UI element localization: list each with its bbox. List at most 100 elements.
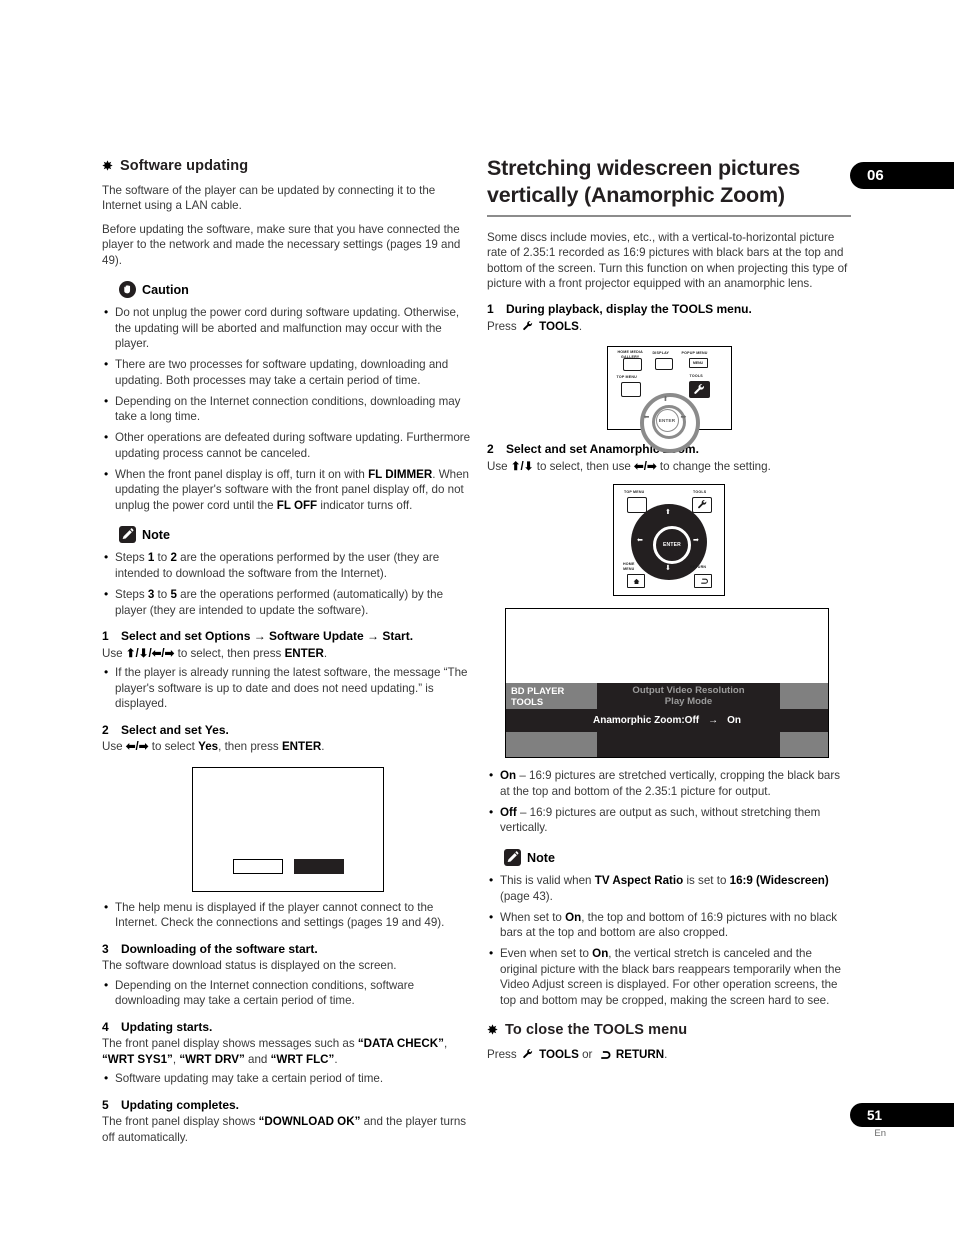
list-item: If the player is already running the lat… <box>102 664 474 712</box>
label-popup-menu: POPUP MENU <box>681 351 708 356</box>
step-3: 3 Downloading of the software start. <box>102 942 474 958</box>
popup-menu-button[interactable]: MENU <box>688 358 708 369</box>
osd-item-play-mode[interactable]: Play Mode <box>665 696 712 708</box>
label-tools: TOOLS <box>689 374 703 379</box>
osd-selected-row[interactable]: Anamorphic Zoom:Off → On <box>506 709 828 733</box>
press-suffix: . <box>578 319 583 333</box>
step-title: During playback, display the TOOLS menu. <box>506 302 752 317</box>
section-heading-close-tools-menu: To close the TOOLS menu <box>487 1022 851 1038</box>
step-title: Downloading of the software start. <box>121 941 318 956</box>
dpad-right-icon[interactable]: ➡ <box>693 537 699 544</box>
label-tools: TOOLS <box>693 490 707 495</box>
page-title-line2: vertically (Anamorphic Zoom) <box>487 182 785 207</box>
note-list: Steps 1 to 2 are the operations performe… <box>102 549 474 618</box>
home-menu-button[interactable] <box>627 574 645 589</box>
tools-osd-screen: BD PLAYER TOOLS Output Video Resolution … <box>505 608 829 759</box>
list-item: Even when set to On, the vertical stretc… <box>487 945 851 1008</box>
step-1: 1 Select and set Options → Software Upda… <box>102 629 474 645</box>
step-1-notes: If the player is already running the lat… <box>102 664 474 712</box>
step-number: 1 <box>487 302 494 317</box>
top-menu-button[interactable] <box>627 497 647 514</box>
right-intro-paragraph: Some discs include movies, etc., with a … <box>487 230 848 290</box>
label-home-menu: HOME MENU <box>623 562 635 571</box>
tools-button[interactable] <box>688 381 710 399</box>
enter-label: ENTER <box>663 542 681 549</box>
language-code: En <box>874 1128 886 1139</box>
remote-diagram-cursor: TOP MENU TOOLS ENTER ⬆ ⬇ ⬅ ➡ HOME MENU RE… <box>613 484 725 597</box>
tools-wrench-icon <box>522 1048 534 1064</box>
anamorphic-option-list: On – 16:9 pictures are stretched vertica… <box>487 767 851 836</box>
note-callout-heading: Note <box>119 526 474 544</box>
step-number: 3 <box>102 941 109 956</box>
osd-right-cell <box>780 683 828 710</box>
note-label: Note <box>527 850 555 865</box>
list-item: The help menu is displayed if the player… <box>102 899 474 931</box>
dpad-right-icon[interactable]: ➡ <box>681 414 687 421</box>
osd-selected-item: Anamorphic Zoom:Off <box>593 715 700 727</box>
dpad-left-icon[interactable]: ⬅ <box>644 414 650 421</box>
dpad-left-icon[interactable]: ⬅ <box>637 537 643 544</box>
section-heading-label: To close the TOOLS menu <box>505 1022 688 1039</box>
step-5: 5 Updating completes. <box>102 1098 474 1114</box>
list-item: Software updating may take a certain per… <box>102 1070 474 1087</box>
step-2-notes: The help menu is displayed if the player… <box>102 899 474 931</box>
osd-title-cell: BD PLAYER TOOLS <box>506 683 597 710</box>
conjunction: or <box>582 1048 593 1062</box>
osd-footer-left <box>506 732 597 758</box>
press-key-return: RETURN <box>615 1048 665 1062</box>
return-button[interactable] <box>694 574 712 589</box>
note-label: Note <box>142 527 170 542</box>
dpad-up-icon[interactable]: ⬆ <box>663 396 669 403</box>
list-item: On – 16:9 pictures are stretched vertica… <box>487 767 851 799</box>
osd-menu-items: Output Video Resolution Play Mode <box>597 683 780 710</box>
step-3-body: The software download status is displaye… <box>102 959 397 973</box>
remote-diagram-tools: HOME MEDIA GALLERY DISPLAY POPUP MENU MEN… <box>606 346 732 454</box>
manual-page: Software updating The software of the pl… <box>0 0 954 1244</box>
tools-wrench-icon <box>522 320 534 336</box>
right-note-callout-heading: Note <box>504 849 851 866</box>
diamond-bullet-icon <box>487 1023 498 1035</box>
pencil-icon <box>504 849 521 866</box>
screen-button-selected[interactable] <box>293 858 344 874</box>
step-number: 2 <box>487 442 494 457</box>
right-step-2-body: Use ⬆/⬇ to select, then use ⬅/➡ to chang… <box>487 459 771 473</box>
osd-item-output-video-resolution[interactable]: Output Video Resolution <box>632 685 744 697</box>
screen-button-unselected[interactable] <box>232 858 283 874</box>
enter-button[interactable]: ENTER <box>655 409 679 433</box>
chapter-tab: 06 <box>850 162 954 189</box>
step-title: Select and set Yes. <box>121 722 229 737</box>
page-title-line1: Stretching widescreen pictures <box>487 156 801 180</box>
hand-stop-icon <box>119 281 136 299</box>
dpad-down-icon[interactable]: ⬇ <box>665 565 671 572</box>
list-item: Other operations are defeated during sof… <box>102 429 474 461</box>
step-1-body: Use ⬆/⬇/⬅/➡ to select, then press ENTER. <box>102 646 328 660</box>
dpad-up-icon[interactable]: ⬆ <box>665 509 671 516</box>
step-4-body: The front panel display shows messages s… <box>102 1037 448 1066</box>
home-media-gallery-button[interactable] <box>622 358 642 372</box>
osd-footer-right <box>780 732 828 758</box>
list-item: When the front panel display is off, tur… <box>102 466 474 514</box>
list-item: Do not unplug the power cord during soft… <box>102 304 474 352</box>
osd-footer-mid <box>597 732 780 758</box>
osd-title: BD PLAYER TOOLS <box>506 683 597 708</box>
chapter-number: 06 <box>867 167 884 184</box>
osd-selected-arrow-icon: → <box>708 715 719 727</box>
osd-footer-row <box>506 732 828 758</box>
label-return: RETURN <box>690 565 707 570</box>
step-4-notes: Software updating may take a certain per… <box>102 1070 474 1087</box>
osd-rows: BD PLAYER TOOLS Output Video Resolution … <box>506 683 828 758</box>
display-button[interactable] <box>654 358 673 371</box>
step-2-body: Use ⬅/➡ to select Yes, then press ENTER. <box>102 740 325 754</box>
right-column: Stretching widescreen pictures verticall… <box>487 155 851 1069</box>
right-step-1: 1 During playback, display the TOOLS men… <box>487 302 851 318</box>
press-key-tools: TOOLS <box>539 319 579 333</box>
return-arrow-icon <box>598 1049 611 1064</box>
tools-button[interactable] <box>692 497 712 514</box>
label-home-media-gallery: HOME MEDIA GALLERY <box>617 350 643 359</box>
step-title: Updating starts. <box>121 1019 213 1034</box>
step-number: 2 <box>102 722 109 737</box>
step-number: 4 <box>102 1019 109 1034</box>
step-title: Select and set Options → Software Update… <box>121 629 414 644</box>
press-suffix: . <box>664 1048 668 1062</box>
top-menu-button[interactable] <box>620 382 641 398</box>
